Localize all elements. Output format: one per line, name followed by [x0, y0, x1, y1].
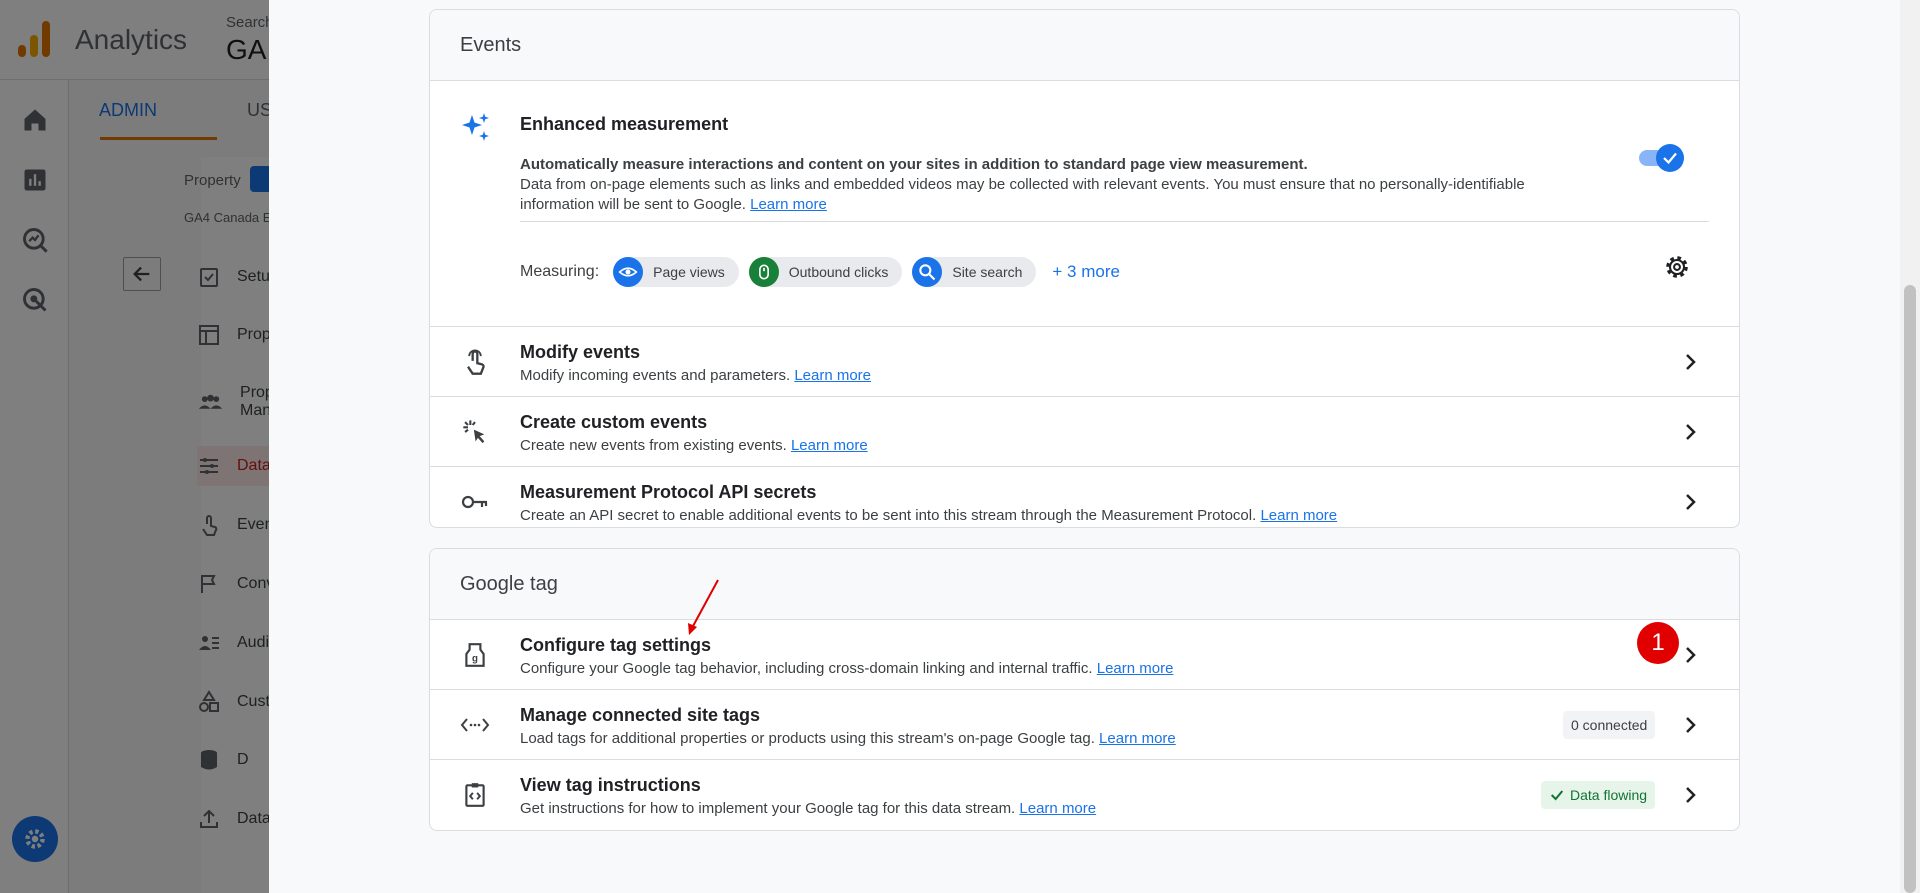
enhanced-measurement-toggle[interactable]	[1639, 141, 1685, 172]
events-card-title: Events	[430, 10, 1739, 81]
manage-connected-site-tags-row[interactable]: Manage connected site tags Load tags for…	[430, 690, 1739, 760]
code-arrows-icon	[460, 710, 490, 740]
google-tag-card: Google tag g Configure tag settings Conf…	[429, 548, 1740, 831]
data-flowing-status: Data flowing	[1541, 781, 1656, 809]
google-tag-card-title: Google tag	[430, 549, 1739, 620]
sparkle-icon	[460, 111, 492, 148]
configure-tag-settings-row[interactable]: g Configure tag settings Configure your …	[430, 620, 1739, 690]
step-number-badge: 1	[1637, 622, 1679, 664]
row-title: Modify events	[520, 342, 641, 362]
measuring-label: Measuring:	[520, 263, 600, 280]
divider	[520, 221, 1709, 222]
scrollbar[interactable]	[1900, 0, 1920, 893]
learn-more-link[interactable]: Learn more	[1097, 660, 1174, 677]
check-icon	[1550, 790, 1564, 801]
row-title: View tag instructions	[520, 775, 701, 795]
row-title: Create custom events	[520, 412, 708, 432]
modify-events-row[interactable]: Modify events Modify incoming events and…	[430, 327, 1739, 397]
key-icon	[460, 487, 490, 517]
enhanced-measurement-section: Enhanced measurement Automatically measu…	[430, 81, 1739, 327]
row-description: Get instructions for how to implement yo…	[520, 800, 1097, 817]
clipboard-code-icon	[460, 780, 490, 810]
view-tag-instructions-row[interactable]: View tag instructions Get instructions f…	[430, 760, 1739, 830]
mouse-icon	[748, 257, 779, 287]
learn-more-link[interactable]: Learn more	[1019, 800, 1096, 817]
learn-more-link[interactable]: Learn more	[1260, 507, 1337, 524]
chevron-right-icon	[1678, 490, 1702, 519]
row-description: Configure your Google tag behavior, incl…	[520, 660, 1174, 677]
more-measuring-link[interactable]: + 3 more	[1052, 262, 1120, 282]
measurement-protocol-row[interactable]: Measurement Protocol API secrets Create …	[430, 467, 1739, 527]
row-title: Measurement Protocol API secrets	[520, 482, 817, 502]
chevron-right-icon	[1678, 350, 1702, 379]
search-icon	[912, 257, 943, 287]
check-icon	[1656, 144, 1684, 172]
chevron-right-icon	[1678, 783, 1702, 812]
chip-outbound-clicks: Outbound clicks	[748, 257, 903, 287]
learn-more-link[interactable]: Learn more	[791, 437, 868, 454]
gear-icon[interactable]	[1663, 253, 1691, 286]
sparkle-cursor-icon	[460, 417, 490, 447]
chevron-right-icon	[1678, 713, 1702, 742]
events-card: Events Enhanced measurement Automaticall…	[429, 9, 1740, 528]
learn-more-link[interactable]: Learn more	[1099, 730, 1176, 747]
chip-site-search: Site search	[912, 257, 1037, 287]
chip-page-views: Page views	[613, 257, 739, 287]
enhanced-measurement-summary: Automatically measure interactions and c…	[520, 156, 1308, 173]
row-title: Manage connected site tags	[520, 705, 761, 725]
svg-text:g: g	[472, 653, 478, 664]
learn-more-link[interactable]: Learn more	[750, 196, 827, 213]
row-description: Create new events from existing events. …	[520, 437, 868, 454]
tag-icon: g	[460, 640, 490, 670]
measuring-chips: Measuring: Page views Outbound clicks Si…	[520, 257, 1120, 287]
eye-icon	[613, 257, 644, 287]
chevron-right-icon	[1678, 420, 1702, 449]
scrollbar-thumb[interactable]	[1904, 285, 1916, 893]
enhanced-measurement-title: Enhanced measurement	[520, 114, 729, 134]
row-description: Create an API secret to enable additiona…	[520, 507, 1338, 524]
touch-icon	[460, 347, 490, 377]
chevron-right-icon	[1678, 643, 1702, 672]
row-description: Load tags for additional properties or p…	[520, 730, 1176, 747]
enhanced-measurement-description: Data from on-page elements such as links…	[520, 176, 1525, 213]
create-custom-events-row[interactable]: Create custom events Create new events f…	[430, 397, 1739, 467]
learn-more-link[interactable]: Learn more	[794, 367, 871, 384]
row-description: Modify incoming events and parameters. L…	[520, 367, 872, 384]
annotation-arrow	[688, 579, 719, 635]
connected-count-badge: 0 connected	[1563, 711, 1656, 739]
